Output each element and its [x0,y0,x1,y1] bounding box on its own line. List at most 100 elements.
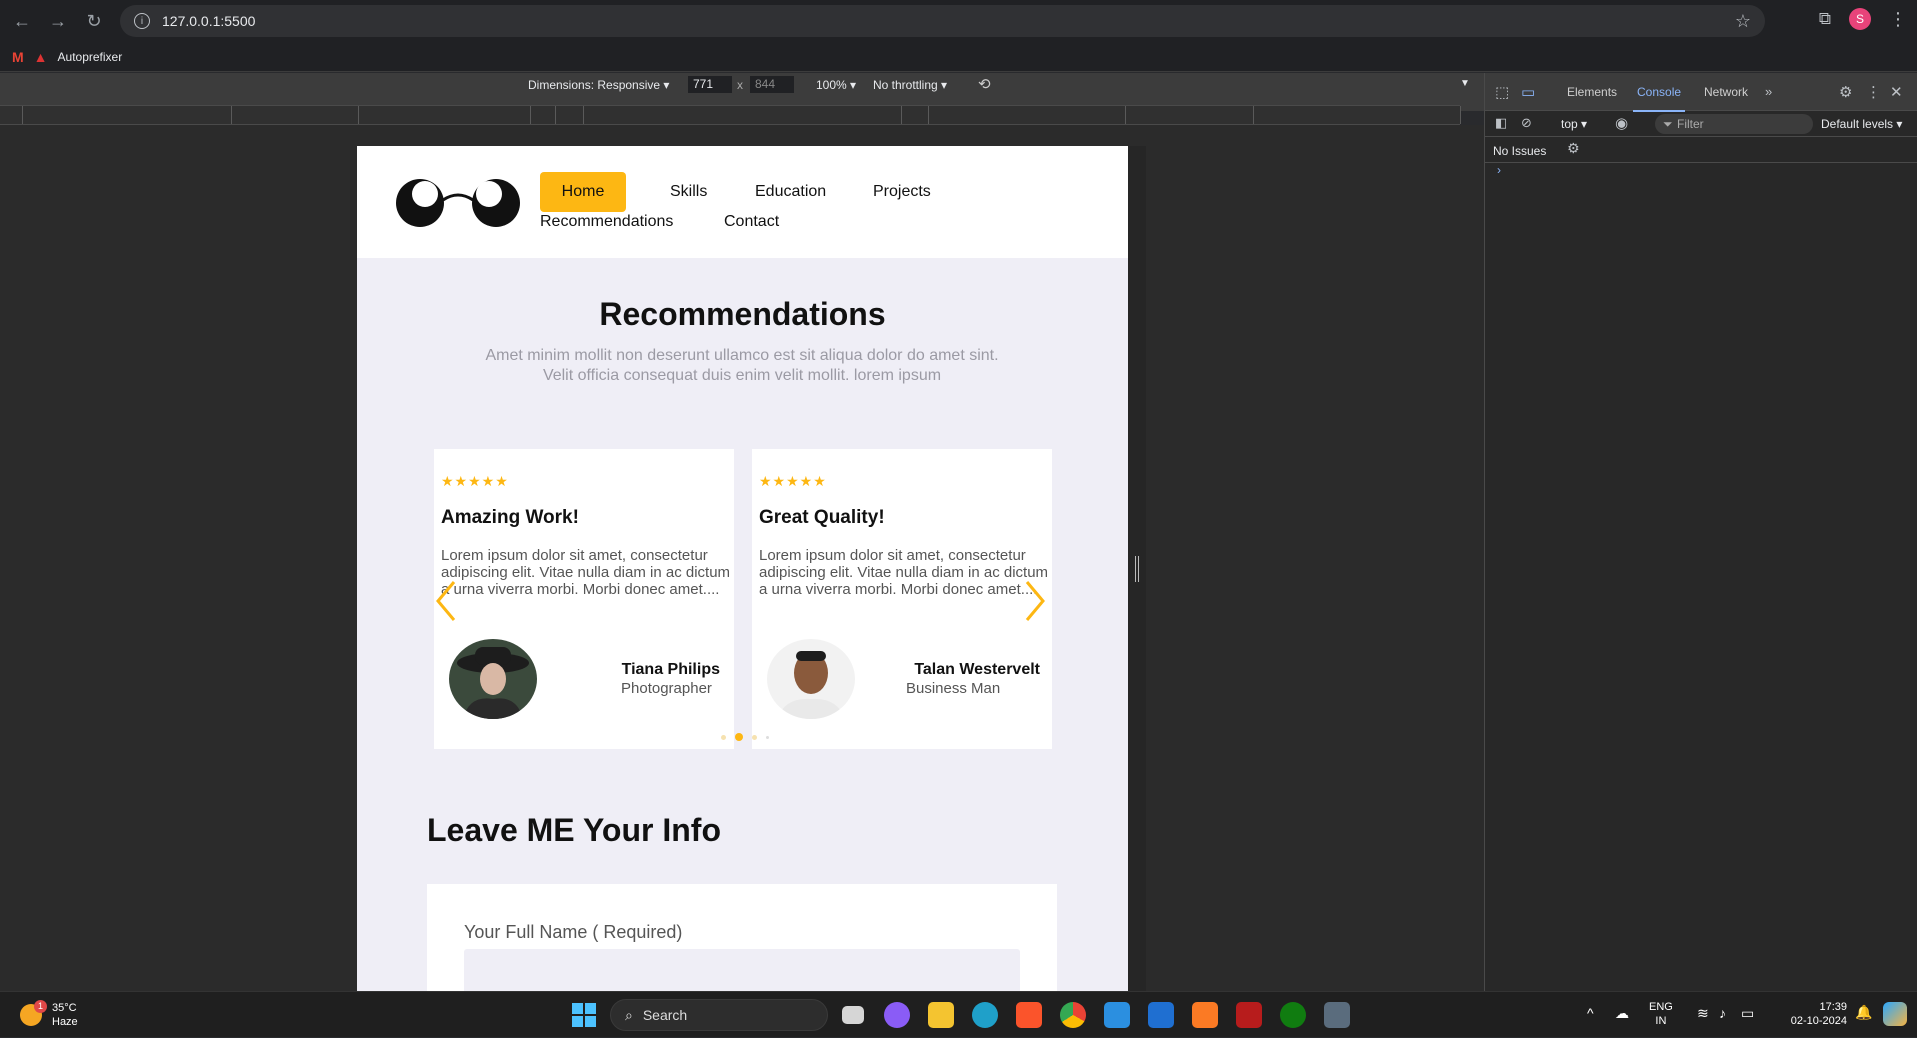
browser-menu-icon[interactable]: ⋮ [1889,9,1907,30]
weather-condition: Haze [52,1016,78,1028]
volume-icon[interactable]: ♪ [1719,1006,1726,1020]
carousel-dot[interactable] [752,734,757,740]
recommendation-card: ★★★★★ Amazing Work! Lorem ipsum dolor si… [434,449,734,749]
clear-console-icon[interactable]: ⊘ [1521,115,1532,131]
devtools-panel: ⬚ ▭ Elements Console Network » ⚙ ⋮ ✕ ◧ ⊘… [1484,73,1917,991]
console-toolbar: ◧ ⊘ top ▾ ◉ ⏷ Filter Default levels ▾ [1485,111,1917,137]
search-label: Search [642,1007,688,1023]
viewport-resize-handle[interactable] [1135,556,1139,582]
card-text: Lorem ipsum dolor sit amet, consectetur … [759,547,1049,598]
task-view-icon[interactable] [842,1006,864,1024]
autoprefixer-icon[interactable]: ▲ [34,49,48,65]
avatar [767,639,855,719]
throttling-dropdown[interactable]: No throttling ▾ [873,78,947,92]
rating-stars: ★★★★★ [441,473,509,489]
sidebar-toggle-icon[interactable]: ◧ [1495,115,1507,131]
carousel-dot-active[interactable] [735,733,743,741]
language-indicator[interactable]: ENG IN [1649,1000,1673,1028]
windows-taskbar: 1 35°C Haze ⌕ Search ^ ☁ ENG IN ≋ ♪ ▭ 17:… [0,991,1917,1037]
site-info-icon[interactable]: i [134,13,150,29]
carousel-prev-arrow-icon[interactable] [432,578,460,624]
copilot-icon[interactable] [1883,1002,1907,1026]
live-expression-eye-icon[interactable]: ◉ [1615,114,1628,132]
nav-recommendations[interactable]: Recommendations [540,213,673,231]
profile-avatar[interactable]: S [1849,8,1871,30]
clock[interactable]: 17:39 02-10-2024 [1773,1000,1847,1028]
weather-icon: 1 [20,1000,47,1026]
devtools-menu-icon[interactable]: ⋮ [1866,83,1881,101]
address-bar[interactable]: i 127.0.0.1:5500 ☆ [120,5,1765,37]
media-query-ruler[interactable] [0,105,1461,125]
person-role: Business Man [906,680,1001,697]
settings-gear-icon[interactable]: ⚙ [1839,83,1852,101]
vscode-icon[interactable] [1104,1002,1130,1028]
rotate-icon[interactable]: ⟲ [978,75,991,93]
carousel-pagination [721,733,769,741]
reload-icon[interactable]: ↻ [76,3,112,39]
brave-icon[interactable] [1016,1002,1042,1028]
file-explorer-icon[interactable] [928,1002,954,1028]
close-devtools-icon[interactable]: ✕ [1890,83,1903,101]
app-icon[interactable] [1148,1002,1174,1028]
more-tabs-icon[interactable]: » [1765,84,1772,99]
battery-icon[interactable]: ▭ [1741,1006,1754,1020]
carousel-next-arrow-icon[interactable] [1021,578,1049,624]
context-dropdown[interactable]: top ▾ [1561,117,1587,131]
forward-icon[interactable]: → [40,3,76,39]
edge-icon[interactable] [972,1002,998,1028]
avatar [449,639,537,719]
card-title: Amazing Work! [441,507,579,528]
xampp-icon[interactable] [1192,1002,1218,1028]
recommendations-subtitle: Amet minim mollit non deserunt ullamco e… [485,347,999,384]
width-input[interactable]: 771 [688,76,732,93]
tray-overflow-icon[interactable]: ^ [1587,1006,1594,1020]
calculator-icon[interactable] [1324,1002,1350,1028]
tab-network[interactable]: Network [1704,85,1748,99]
weather-widget[interactable]: 1 35°C Haze [20,1000,78,1029]
bookmark-autoprefixer[interactable]: Autoprefixer [58,50,123,64]
url-text: 127.0.0.1:5500 [162,13,256,29]
chrome-icon[interactable] [1060,1002,1086,1028]
bookmark-star-icon[interactable]: ☆ [1735,11,1751,32]
nav-home[interactable]: Home [540,172,626,212]
console-settings-icon[interactable]: ⚙ [1567,140,1580,157]
nav-education[interactable]: Education [755,183,826,201]
card-title: Great Quality! [759,507,885,528]
zoom-dropdown[interactable]: 100% ▾ [816,78,856,92]
carousel-dot[interactable] [766,735,769,739]
browser-toolbar: ← → ↻ i 127.0.0.1:5500 ☆ ⧉ S ⋮ [0,0,1917,42]
emulated-page: Home Skills Education Projects Recommend… [357,146,1128,991]
carousel-dot[interactable] [721,734,726,740]
notification-bell-icon[interactable]: 🔔 [1855,1005,1872,1019]
console-prompt-icon[interactable]: › [1497,163,1501,177]
more-options-caret-icon[interactable]: ▼ [1460,78,1470,89]
nav-projects[interactable]: Projects [873,183,931,201]
height-input[interactable]: 844 [750,76,794,93]
recommendations-title: Recommendations [599,296,886,332]
xbox-icon[interactable] [1280,1002,1306,1028]
console-filter-input[interactable]: ⏷ Filter [1655,114,1813,134]
nav-contact[interactable]: Contact [724,213,779,231]
onedrive-icon[interactable]: ☁ [1615,1006,1629,1020]
log-levels-dropdown[interactable]: Default levels ▾ [1821,117,1902,131]
tab-elements[interactable]: Elements [1567,85,1617,99]
filter-icon: ⏷ [1663,117,1673,131]
full-name-input[interactable] [464,949,1020,991]
app-icon[interactable] [884,1002,910,1028]
search-icon: ⌕ [625,1006,633,1023]
inspect-element-icon[interactable]: ⬚ [1495,83,1509,101]
app-icon[interactable] [1236,1002,1262,1028]
start-icon[interactable] [572,1003,596,1027]
glasses-logo-icon[interactable] [395,176,521,230]
back-icon[interactable]: ← [4,3,40,39]
dimensions-dropdown[interactable]: Dimensions: Responsive ▾ [528,78,669,92]
taskbar-search[interactable]: ⌕ Search [610,999,828,1031]
wifi-icon[interactable]: ≋ [1697,1006,1709,1020]
nav-skills[interactable]: Skills [670,183,707,201]
tab-console[interactable]: Console [1632,85,1686,112]
issues-count[interactable]: No Issues [1493,144,1546,158]
extensions-icon[interactable]: ⧉ [1819,9,1831,29]
dimension-separator: x [737,78,743,92]
gmail-icon[interactable]: M [12,49,24,65]
device-toggle-icon[interactable]: ▭ [1521,83,1535,101]
